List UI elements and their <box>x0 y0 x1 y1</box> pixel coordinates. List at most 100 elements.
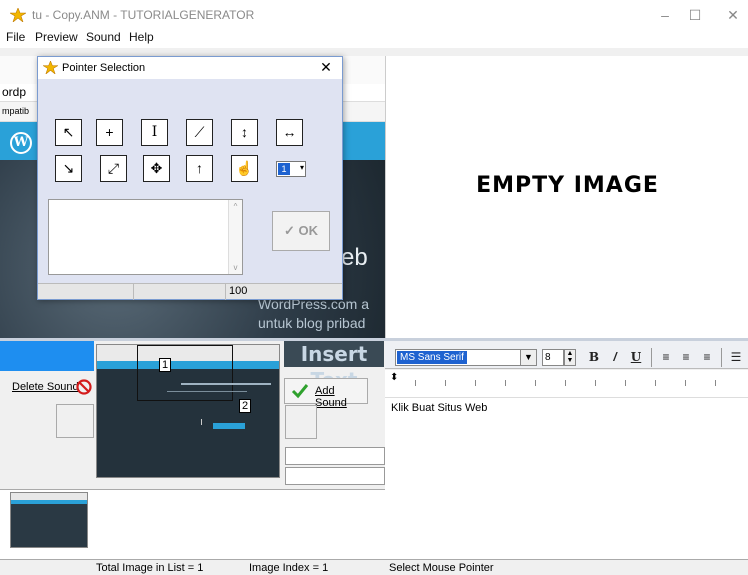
dialog-title: Pointer Selection <box>62 62 146 74</box>
sound-slot-right[interactable] <box>285 405 317 439</box>
pointer-move-button[interactable]: ✥ <box>143 155 170 182</box>
thumb-text-line-2 <box>167 391 247 392</box>
ruler-tick <box>445 380 446 386</box>
ibeam-icon: I <box>151 124 158 140</box>
thumb-divider <box>201 419 202 425</box>
pointer-hand-button[interactable]: ☝ <box>231 155 258 182</box>
add-sound-label: Add Sound <box>315 385 347 409</box>
vertical-resize-icon: ↕ <box>241 124 248 140</box>
editor-text: Klik Buat Situs Web <box>391 402 488 414</box>
ruler-tick <box>595 380 596 386</box>
pen-icon: ⟋ <box>194 124 205 140</box>
check-icon <box>291 384 309 399</box>
dialog-body: ↖ + I ⟋ ↕ ↔ ↘ ⤢ ✥ ↑ ☝ 1 ▾ ^ v ✓ OK 100 <box>38 79 342 300</box>
maximize-button[interactable]: ☐ <box>680 4 710 26</box>
dialog-status-value: 100 <box>229 285 248 297</box>
hero-word: eb <box>341 244 368 271</box>
star-icon <box>43 61 58 74</box>
arrow-pointer-icon: ↖ <box>62 124 75 140</box>
menu-preview[interactable]: Preview <box>35 30 78 44</box>
pointer-list-box[interactable]: ^ v <box>48 199 243 275</box>
menu-bar: File Preview Sound Help <box>0 28 748 48</box>
bold-button[interactable]: B <box>584 348 604 367</box>
selection-rectangle <box>137 345 233 401</box>
image-index-status: Image Index = 1 <box>249 562 329 574</box>
status-bar: Total Image in List = 1 Image Index = 1 <box>0 559 385 575</box>
dialog-status-cell-2 <box>134 284 226 300</box>
add-sound-button[interactable]: Add Sound <box>284 378 368 409</box>
marker-1[interactable]: 1 <box>159 358 171 372</box>
toolbar-separator-2 <box>721 348 722 367</box>
up-arrow-icon: ↑ <box>196 160 203 176</box>
sound-slot-left[interactable] <box>56 404 94 438</box>
marker-2[interactable]: 2 <box>239 399 251 413</box>
hero-line-2: untuk blog pribad <box>258 315 366 331</box>
pointer-number-select[interactable]: 1 ▾ <box>276 161 306 177</box>
ruler-tick <box>475 380 476 386</box>
minimize-button[interactable]: – <box>650 4 680 26</box>
mini-header <box>11 500 87 504</box>
ruler[interactable]: ⬍ <box>385 370 748 398</box>
captured-address-text: ordp <box>2 85 27 99</box>
pointer-diag2-button[interactable]: ⤢ <box>100 155 127 182</box>
font-name-select[interactable]: MS Sans Serif ▼ <box>395 349 537 366</box>
no-entry-icon <box>76 379 92 395</box>
ruler-tick <box>685 380 686 386</box>
captured-tab-text: mpatib <box>2 106 30 116</box>
indent-marker-icon[interactable]: ⬍ <box>390 372 398 383</box>
pointer-arrow-button[interactable]: ↖ <box>55 119 82 146</box>
pointer-ibeam-button[interactable]: I <box>141 119 168 146</box>
right-status-bar: Select Mouse Pointer <box>385 559 748 575</box>
horizontal-resize-icon: ↔ <box>282 124 297 140</box>
italic-button[interactable]: / <box>605 348 625 367</box>
ruler-tick <box>655 380 656 386</box>
sound-input-2[interactable] <box>285 467 385 485</box>
scroll-up-icon[interactable]: ^ <box>229 202 242 211</box>
dialog-close-button[interactable]: ✕ <box>316 59 336 76</box>
image-list-thumbnail[interactable] <box>10 492 88 548</box>
menu-file[interactable]: File <box>6 30 25 44</box>
menu-sound[interactable]: Sound <box>86 30 121 44</box>
diagonal-resize-icon: ↘ <box>62 160 75 176</box>
font-size-spinner[interactable]: ▲ ▼ <box>564 349 576 366</box>
star-app-icon <box>10 8 26 22</box>
pointer-diag1-button[interactable]: ↘ <box>55 155 82 182</box>
pointer-cross-button[interactable]: + <box>96 119 123 146</box>
window-title: tu - Copy.ANM - TUTORIALGENERATOR <box>32 8 255 22</box>
delete-sound-button[interactable]: Delete Sound <box>0 376 94 398</box>
dialog-title-bar: Pointer Selection ✕ <box>38 57 342 79</box>
ruler-tick <box>625 380 626 386</box>
wordpress-logo-icon: W <box>10 132 32 154</box>
total-images-status: Total Image in List = 1 <box>96 562 204 574</box>
move-icon: ✥ <box>150 160 163 176</box>
pointer-selection-dialog: Pointer Selection ✕ ↖ + I ⟋ ↕ ↔ ↘ ⤢ ✥ ↑ … <box>37 56 343 300</box>
mini-browser-bar <box>11 493 87 500</box>
text-editor-area[interactable]: Klik Buat Situs Web <box>385 398 748 559</box>
underline-button[interactable]: U <box>626 348 646 367</box>
font-name-value: MS Sans Serif <box>397 351 467 364</box>
title-bar: tu - Copy.ANM - TUTORIALGENERATOR – ☐ ✕ <box>0 0 748 28</box>
list-scrollbar[interactable]: ^ v <box>228 200 242 274</box>
dialog-status-bar: 100 <box>38 283 342 300</box>
current-image-thumbnail[interactable]: 1 2 <box>96 344 280 478</box>
pointer-vresize-button[interactable]: ↕ <box>231 119 258 146</box>
pointer-hresize-button[interactable]: ↔ <box>276 119 303 146</box>
chevron-down-icon[interactable]: ▼ <box>520 350 536 365</box>
close-window-button[interactable]: ✕ <box>718 4 748 26</box>
ruler-tick <box>505 380 506 386</box>
font-size-input[interactable]: 8 <box>542 349 564 366</box>
menu-help[interactable]: Help <box>129 30 154 44</box>
bullets-button[interactable]: ☰ <box>726 348 746 367</box>
pointer-uparrow-button[interactable]: ↑ <box>186 155 213 182</box>
scroll-down-icon[interactable]: v <box>229 263 242 272</box>
delete-sound-label: Delete Sound <box>12 381 79 393</box>
selected-sound-bar[interactable] <box>0 341 94 371</box>
pointer-pen-button[interactable]: ⟋ <box>186 119 213 146</box>
ok-button[interactable]: ✓ OK <box>272 211 330 251</box>
align-left-button[interactable]: ≡ <box>656 348 676 367</box>
pointer-number-value: 1 <box>278 163 290 175</box>
align-right-button[interactable]: ≡ <box>697 348 717 367</box>
thumb-text-line <box>181 383 271 385</box>
sound-input-1[interactable] <box>285 447 385 465</box>
align-center-button[interactable]: ≡ <box>676 348 696 367</box>
